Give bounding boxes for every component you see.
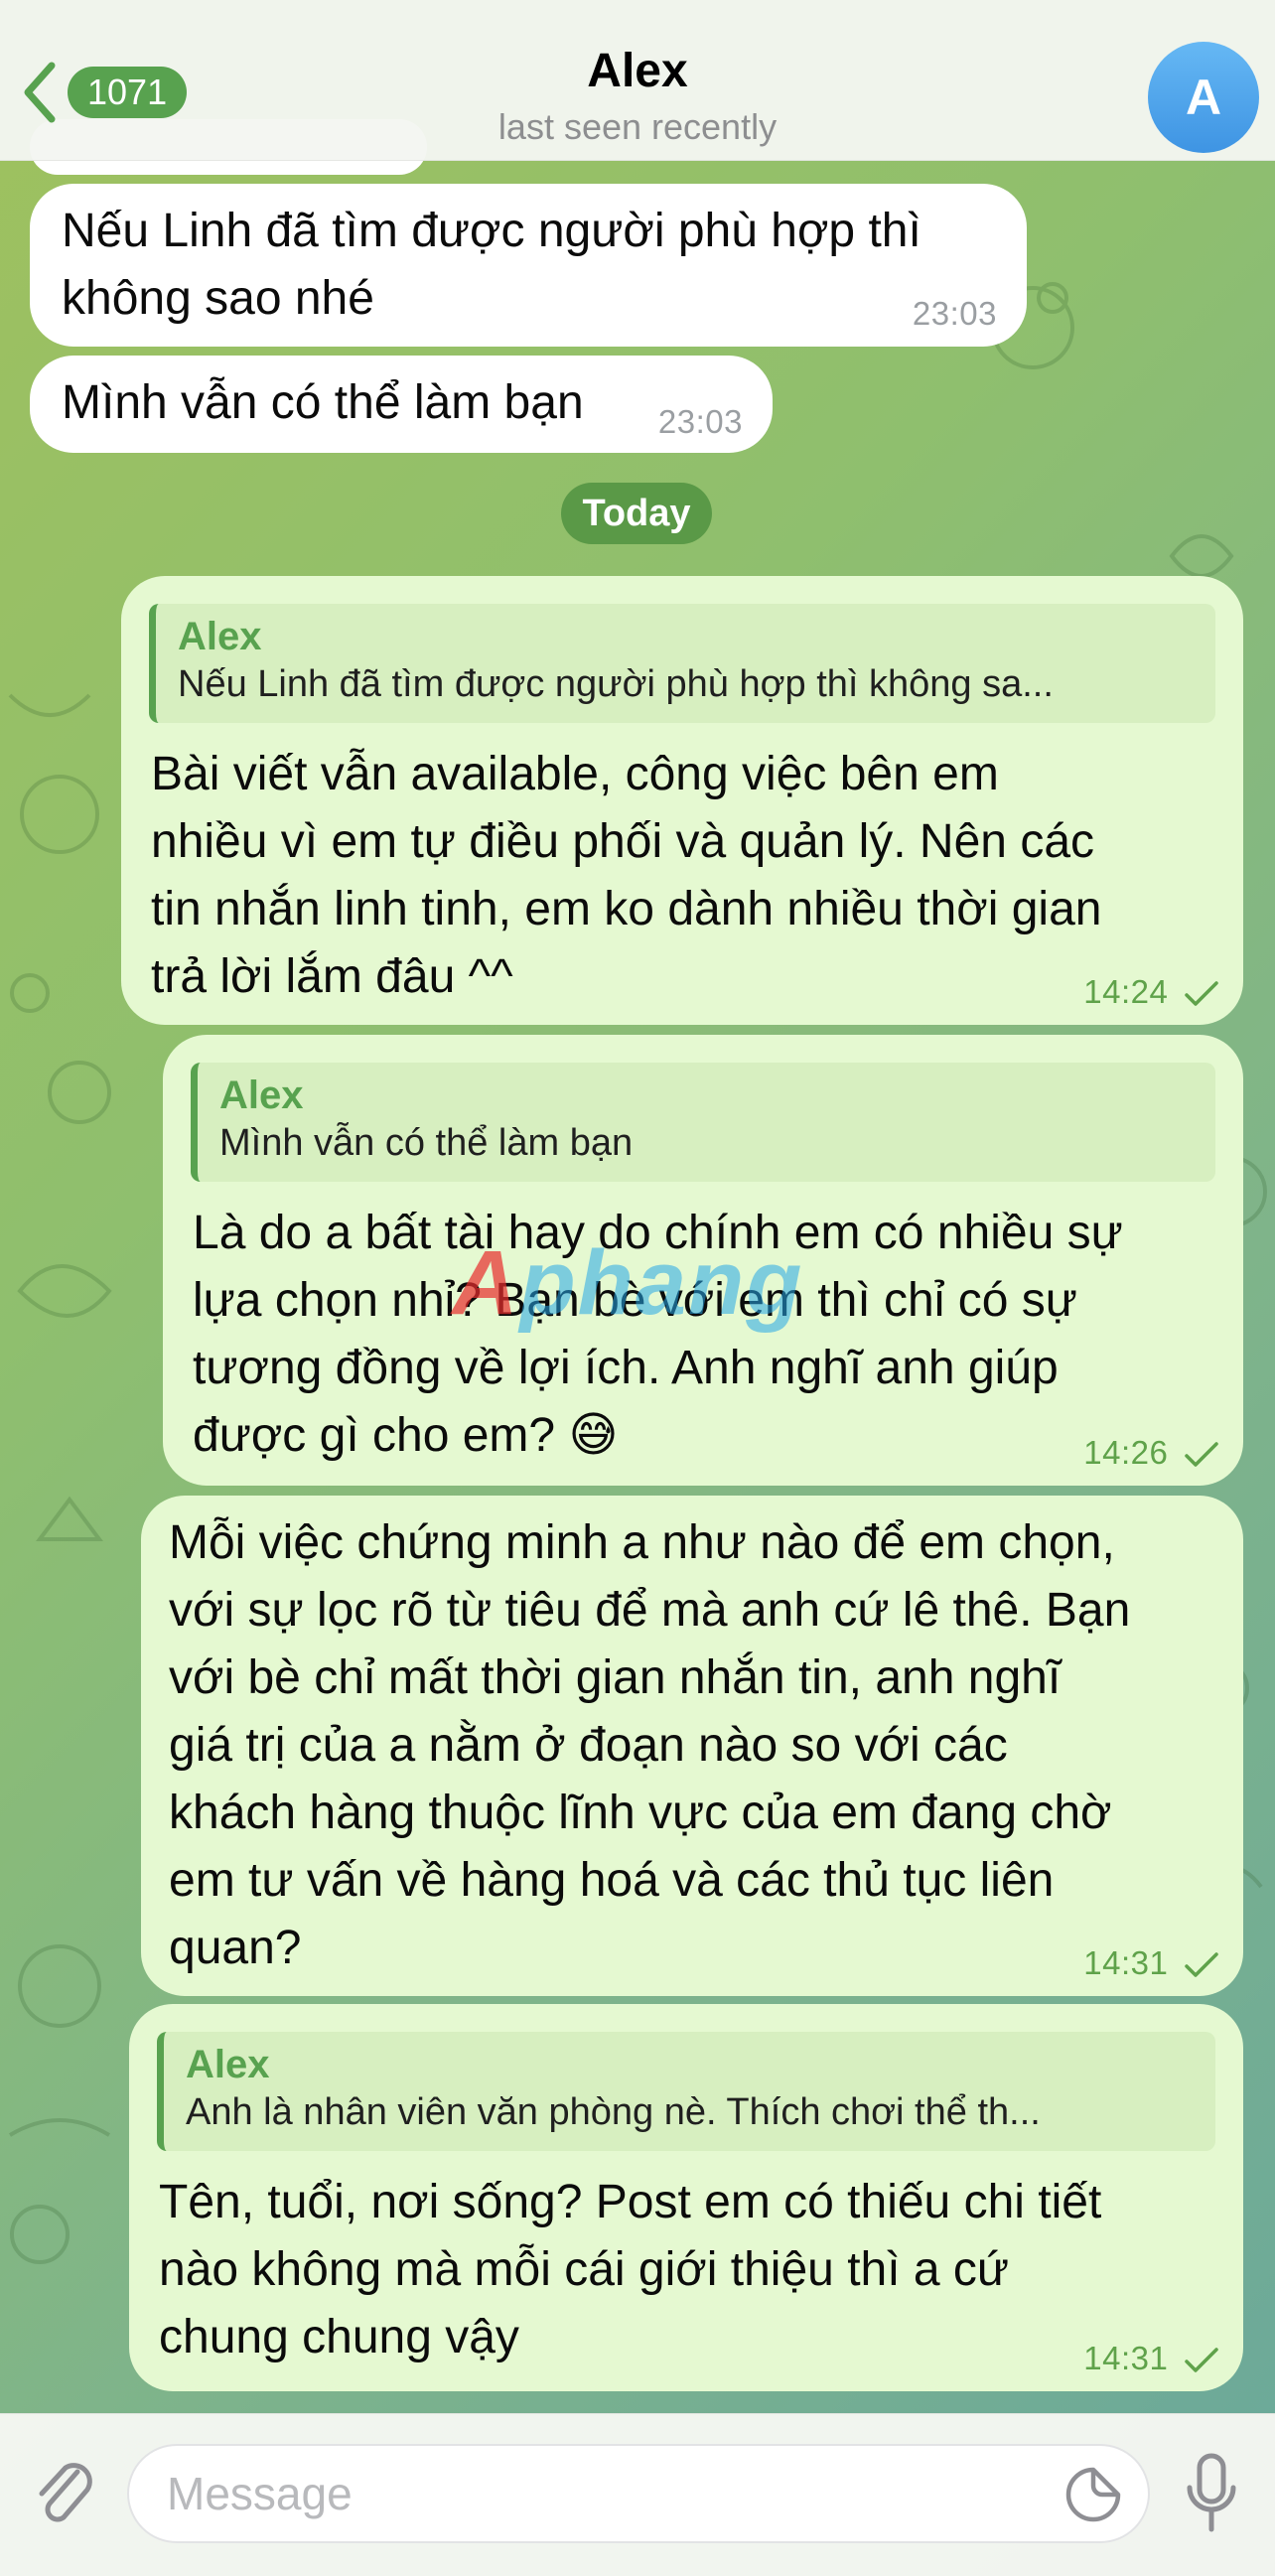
checkmark-icon [1185,1952,1218,1978]
message-time: 14:31 [1083,1944,1219,1982]
message-time: 14:26 [1083,1434,1219,1472]
message-line: Mỗi việc chứng minh a như nào để em chọn… [169,1516,1115,1569]
time-text: 14:24 [1083,973,1169,1010]
message-line: nhiều vì em tự điều phối và quản lý. Nên… [151,815,1095,868]
message-time: 23:03 [657,403,743,440]
message-input-field[interactable] [127,2444,1150,2543]
watermark-logo: Aphang [452,1235,829,1331]
message-bubble-outgoing[interactable]: Alex Nếu Linh đã tìm được người phù hợp … [121,576,1243,1025]
message-line: tin nhắn linh tinh, em ko dành nhiều thờ… [151,883,1102,935]
message-line: em tư vấn về hàng hoá và các thủ tục liê… [169,1854,1055,1907]
message-line: với sự lọc rõ từ tiêu để mà anh cứ lê th… [169,1584,1131,1637]
checkmark-icon [1185,2348,1218,2373]
message-line: giá trị của a nằm ở đoạn nào so với các [169,1719,1008,1772]
message-time: 14:31 [1083,2340,1219,2377]
message-bubble-outgoing[interactable]: Mỗi việc chứng minh a như nào để em chọn… [141,1496,1243,1996]
message-line: với bè chỉ mất thời gian nhắn tin, anh n… [169,1651,1062,1704]
message-time: 23:03 [912,295,997,332]
reply-snippet: Mình vẫn có thể làm bạn [219,1122,634,1164]
message-bubble-incoming[interactable]: Nếu Linh đã tìm được người phù hợp thì k… [30,184,1027,347]
checkmark-icon [1185,1442,1218,1468]
sticker-icon[interactable] [1062,2464,1124,2525]
reply-snippet: Anh là nhân viên văn phòng nè. Thích chơ… [186,2091,1041,2133]
microphone-icon[interactable] [1182,2450,1241,2537]
date-separator: Today [561,483,712,544]
message-bubble-incoming[interactable]: Mình vẫn có thể làm bạn 23:03 [30,356,773,453]
message-line: Bài viết vẫn available, công việc bên em [151,748,999,800]
last-seen-status: last seen recently [497,106,778,147]
message-line: quan? [169,1922,302,1974]
contact-name: Alex [587,45,688,97]
message-line: tương đồng về lợi ích. Anh nghĩ anh giúp [193,1342,1059,1394]
message-text: Bài viết vẫn available, công việc bên em… [151,741,1101,1011]
reply-quote[interactable]: Alex Mình vẫn có thể làm bạn [191,1063,1215,1182]
time-text: 14:31 [1083,2340,1169,2376]
message-input[interactable] [129,2446,1023,2541]
message-text: Mình vẫn có thể làm bạn [62,376,584,429]
checkmark-icon [1185,981,1218,1007]
time-text: 14:26 [1083,1434,1169,1471]
reply-author: Alex [186,2043,270,2086]
message-text: Tên, tuổi, nơi sống? Post em có thiếu ch… [159,2169,1101,2371]
composer-bar [0,2413,1275,2576]
reply-author: Alex [219,1073,304,1117]
time-text: 14:31 [1083,1944,1169,1981]
chat-header: 1071 Alex last seen recently A [0,0,1275,161]
message-line: trả lời lắm đâu ^^ [151,950,513,1003]
message-text: Mỗi việc chứng minh a như nào để em chọn… [169,1509,1130,1982]
message-line: khách hàng thuộc lĩnh vực của em đang ch… [169,1787,1112,1839]
paperclip-icon[interactable] [30,2454,99,2533]
watermark-prefix: A [452,1232,520,1334]
message-line: Tên, tuổi, nơi sống? Post em có thiếu ch… [159,2176,1102,2228]
message-time: 14:24 [1083,973,1219,1011]
reply-snippet: Nếu Linh đã tìm được người phù hợp thì k… [178,663,1054,705]
message-line: được gì cho em? 😅 [193,1409,619,1462]
reply-quote[interactable]: Alex Anh là nhân viên văn phòng nè. Thíc… [157,2032,1215,2151]
reply-quote[interactable]: Alex Nếu Linh đã tìm được người phù hợp … [149,604,1215,723]
message-line: nào không mà mỗi cái giới thiệu thì a cứ [159,2243,1010,2296]
message-line: không sao nhé [62,272,374,325]
watermark-text: phang [519,1232,804,1334]
message-text: Nếu Linh đã tìm được người phù hợp thì k… [62,198,921,333]
message-bubble-outgoing[interactable]: Alex Anh là nhân viên văn phòng nè. Thíc… [129,2004,1243,2391]
message-line: Nếu Linh đã tìm được người phù hợp thì [62,205,921,257]
avatar[interactable]: A [1148,42,1259,153]
message-line: chung chung vậy [159,2311,519,2363]
reply-author: Alex [178,615,262,658]
chat-title-area[interactable]: Alex last seen recently [0,44,1275,149]
